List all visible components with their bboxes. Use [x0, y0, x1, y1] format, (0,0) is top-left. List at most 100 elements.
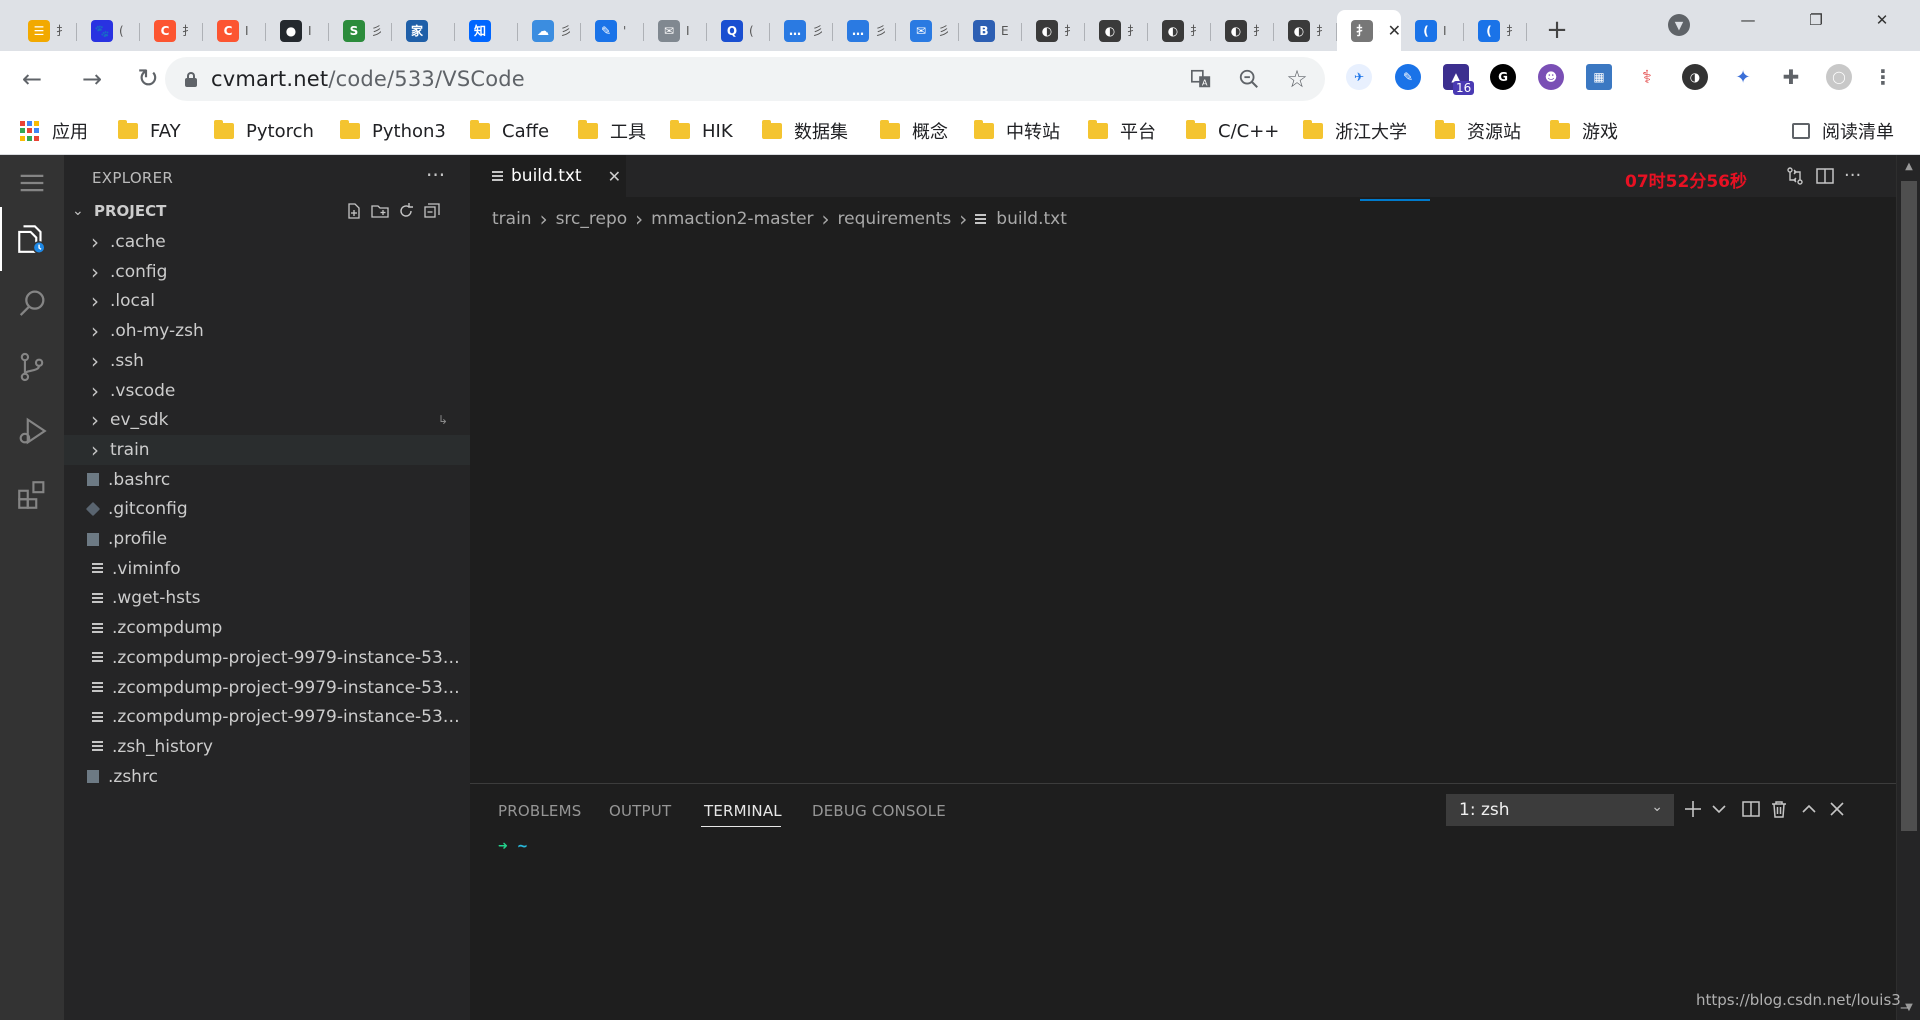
bookmark-folder[interactable]: 资源站	[1435, 117, 1521, 145]
browser-tab[interactable]: ✎ '	[581, 10, 644, 51]
extensions-icon[interactable]	[0, 463, 64, 527]
bookmark-folder[interactable]: 数据集	[762, 117, 848, 145]
close-tab-icon[interactable]: ✕	[1388, 21, 1401, 40]
tab-search-icon[interactable]: ▼	[1668, 14, 1690, 36]
tree-file[interactable]: .wget-hsts	[64, 583, 470, 613]
refresh-icon[interactable]	[396, 201, 416, 221]
extension-swift-icon[interactable]: ✦	[1730, 64, 1756, 90]
tree-file[interactable]: .profile	[64, 524, 470, 554]
tree-folder[interactable]: › .ssh	[64, 346, 470, 376]
new-file-icon[interactable]	[344, 201, 364, 221]
new-tab-button[interactable]: +	[1539, 12, 1575, 48]
bookmark-folder[interactable]: 游戏	[1550, 117, 1618, 145]
tree-file[interactable]: .zsh_history	[64, 732, 470, 762]
back-button[interactable]: ←	[12, 59, 52, 99]
bookmark-folder[interactable]: FAY	[118, 117, 181, 145]
browser-tab[interactable]: Q(	[707, 10, 770, 51]
tree-folder[interactable]: › .vscode	[64, 376, 470, 406]
collapse-all-icon[interactable]	[422, 201, 442, 221]
bookmark-folder[interactable]: HIK	[670, 117, 733, 145]
tab-debug-console[interactable]: DEBUG CONSOLE	[812, 802, 946, 820]
new-terminal-icon[interactable]	[1682, 798, 1704, 820]
bookmark-star-icon[interactable]: ☆	[1285, 65, 1309, 93]
close-panel-icon[interactable]	[1826, 798, 1848, 820]
compare-changes-icon[interactable]	[1784, 165, 1806, 187]
breadcrumb-segment[interactable]: mmaction2-master	[651, 209, 813, 229]
browser-tab[interactable]: ◐ 扌	[1085, 10, 1148, 51]
extension-cat-icon[interactable]: ☻	[1538, 64, 1564, 90]
explorer-icon[interactable]	[0, 207, 64, 271]
split-terminal-icon[interactable]	[1740, 798, 1762, 820]
terminal-dropdown-icon[interactable]	[1708, 798, 1730, 820]
page-scrollbar[interactable]: ▲ ▼	[1896, 155, 1920, 1020]
browser-tab[interactable]: (I	[1401, 10, 1464, 51]
search-icon[interactable]	[0, 271, 64, 335]
tree-folder[interactable]: › .cache	[64, 227, 470, 257]
browser-tab[interactable]: 扌扌 ✕	[1337, 10, 1401, 51]
browser-tab[interactable]: ◐ 扌	[1211, 10, 1274, 51]
tab-output[interactable]: OUTPUT	[609, 802, 671, 820]
browser-tab[interactable]: 🐾(	[77, 10, 140, 51]
extension-pen-icon[interactable]: ✎	[1395, 64, 1421, 90]
bookmark-folder[interactable]: 平台	[1088, 117, 1156, 145]
zoom-icon[interactable]	[1237, 67, 1261, 91]
bookmark-folder[interactable]: 中转站	[974, 117, 1060, 145]
profile-avatar-icon[interactable]: ◯	[1826, 64, 1852, 90]
tree-file[interactable]: .zshrc	[64, 762, 470, 792]
restore-icon[interactable]: ❐	[1796, 8, 1836, 32]
url-text[interactable]: cvmart.net/code/533/VSCode	[211, 67, 525, 91]
extension-g-icon[interactable]: G	[1490, 64, 1516, 90]
tree-file[interactable]: .gitconfig	[64, 494, 470, 524]
apps-shortcut[interactable]: 应用	[20, 117, 88, 145]
terminal-prompt[interactable]: ➜ ~	[498, 836, 527, 855]
extension-grid-icon[interactable]: ▦	[1586, 64, 1612, 90]
close-icon[interactable]: ✕	[608, 167, 621, 186]
breadcrumb-file[interactable]: build.txt	[996, 209, 1067, 229]
browser-tab[interactable]: ☰ 扌	[14, 10, 77, 51]
bookmark-folder[interactable]: Pytorch	[214, 117, 314, 145]
browser-tab[interactable]: CI	[203, 10, 266, 51]
browser-tab[interactable]: ✉ 彡	[896, 10, 959, 51]
browser-tab[interactable]: S彡	[329, 10, 392, 51]
bookmark-folder[interactable]: Python3	[340, 117, 446, 145]
extension-network-icon[interactable]: ⚕	[1634, 64, 1660, 90]
scroll-thumb[interactable]	[1901, 181, 1917, 831]
bookmark-folder[interactable]: 工具	[578, 117, 646, 145]
editor-more-actions-icon[interactable]: ···	[1844, 165, 1866, 187]
browser-menu-icon[interactable]: ⋮	[1870, 64, 1896, 90]
editor-tab-build-txt[interactable]: build.txt ✕	[470, 155, 626, 197]
browser-tab[interactable]: ☁ 彡	[518, 10, 581, 51]
tree-file[interactable]: .zcompdump-project-9979-instance-533-ov-…	[64, 702, 470, 732]
browser-tab[interactable]: 家	[392, 10, 455, 51]
minimize-icon[interactable]: —	[1728, 8, 1768, 32]
tree-file[interactable]: .zcompdump-project-9979-instance-533-ov-…	[64, 673, 470, 703]
forward-button[interactable]: →	[72, 59, 112, 99]
browser-tab[interactable]: ● I	[266, 10, 329, 51]
terminal-select[interactable]: 1: zsh ⌄	[1446, 794, 1674, 826]
tree-file[interactable]: .viminfo	[64, 554, 470, 584]
breadcrumb-segment[interactable]: requirements	[838, 209, 952, 229]
hamburger-menu-icon[interactable]	[0, 155, 64, 211]
extensions-puzzle-icon[interactable]: ✚	[1778, 64, 1804, 90]
tree-file[interactable]: .zcompdump	[64, 613, 470, 643]
browser-tab[interactable]: ◐ 扌	[1148, 10, 1211, 51]
tab-terminal[interactable]: TERMINAL	[704, 802, 782, 820]
browser-tab[interactable]: … 彡	[833, 10, 896, 51]
bookmark-folder[interactable]: C/C++	[1186, 117, 1279, 145]
trash-icon[interactable]	[1768, 798, 1790, 820]
browser-tab[interactable]: ◐ 扌	[1022, 10, 1085, 51]
tab-problems[interactable]: PROBLEMS	[498, 802, 581, 820]
extension-bird-icon[interactable]: ✈	[1346, 64, 1372, 90]
breadcrumb-segment[interactable]: src_repo	[556, 209, 628, 229]
bookmark-folder[interactable]: 概念	[880, 117, 948, 145]
browser-tab[interactable]: BE	[959, 10, 1022, 51]
address-bar[interactable]: cvmart.net/code/533/VSCode A ☆	[165, 57, 1325, 101]
bookmark-folder[interactable]: 浙江大学	[1303, 117, 1407, 145]
translate-icon[interactable]: A	[1189, 67, 1213, 91]
browser-tab[interactable]: ✉ I	[644, 10, 707, 51]
tree-file[interactable]: .bashrc	[64, 465, 470, 495]
breadcrumb-segment[interactable]: train	[492, 209, 532, 229]
more-actions-icon[interactable]: ···	[426, 163, 445, 187]
extension-circle-icon[interactable]: ◑	[1682, 64, 1708, 90]
new-folder-icon[interactable]	[370, 201, 390, 221]
